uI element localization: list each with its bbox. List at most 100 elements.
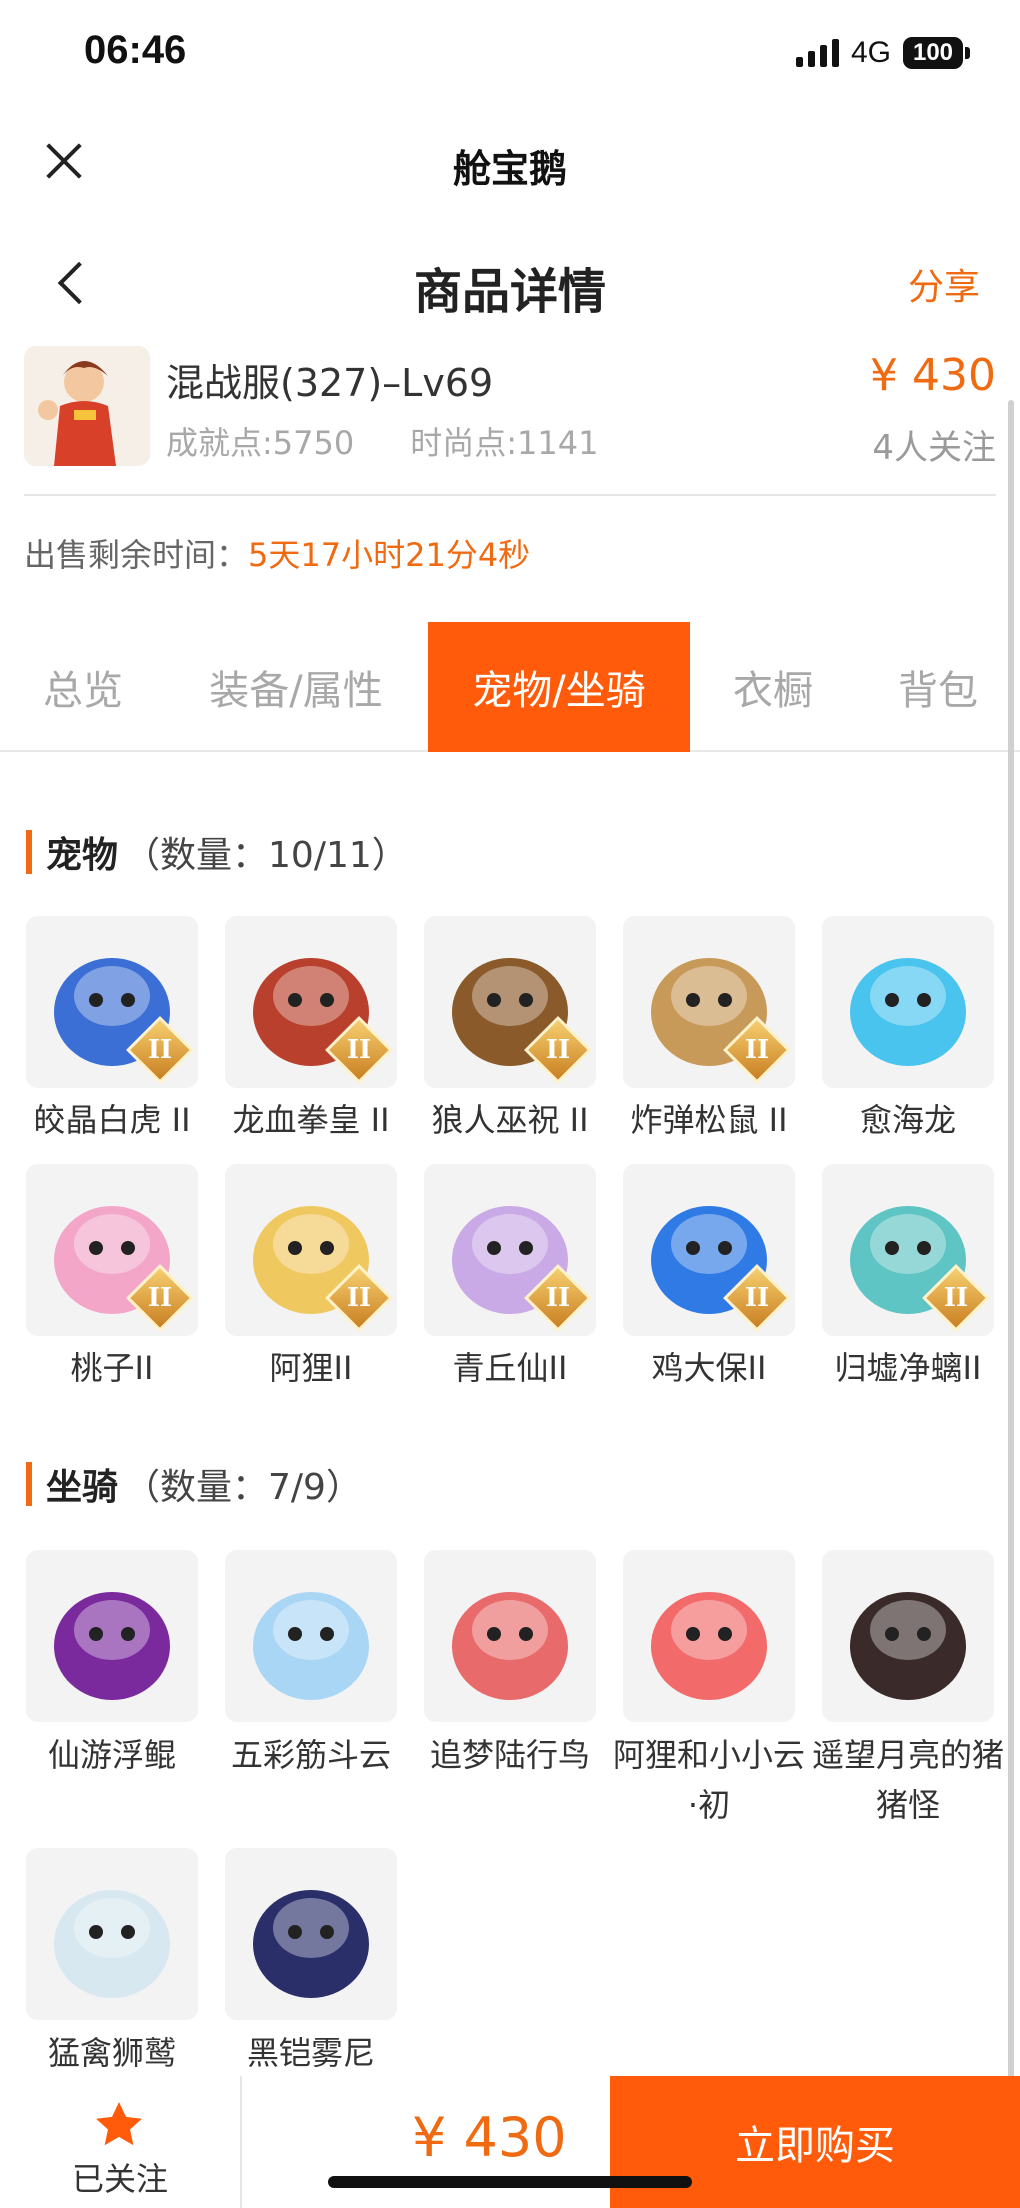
mounts-item[interactable]: 阿狸和小小云·初 [613,1550,805,1830]
mounts-item[interactable]: 五彩筋斗云 [225,1550,397,1780]
pets-name: 归墟净螭II [834,1349,982,1387]
mounts-image [26,1848,198,2020]
pets-item[interactable]: II 桃子II [26,1164,198,1392]
mounts-name: 猛禽狮鹫 [47,2034,176,2072]
pets-image: II [822,1164,994,1336]
pets-name: 鸡大保II [651,1349,767,1387]
tier-badge-text: II [943,1283,969,1313]
battery-level: 100 [903,37,963,69]
pets-name: 阿狸II [269,1349,353,1387]
pets-name: 狼人巫祝 II [431,1101,589,1139]
star-icon [96,2102,142,2146]
buy-now-button[interactable]: 立即购买 [610,2076,1020,2208]
tier-badge-text: II [346,1035,372,1065]
pets-image: II [26,1164,198,1336]
pets-item[interactable]: 愈海龙 [822,916,994,1144]
mounts-image [822,1550,994,1722]
pets-item[interactable]: II 皎晶白虎 II [26,916,198,1144]
divider [24,494,996,496]
mounts-count: （数量：7/9） [124,1467,362,1508]
mounts-title: 坐骑 [46,1467,119,1508]
pets-name: 愈海龙 [859,1101,956,1139]
tab-equipment[interactable]: 装备/属性 [166,622,426,752]
mounts-item[interactable]: 追梦陆行鸟 [424,1550,596,1780]
tier-badge-text: II [346,1283,372,1313]
pets-item[interactable]: II 狼人巫祝 II [424,916,596,1144]
scrollbar[interactable] [1008,400,1014,2080]
pets-count: （数量：10/11） [124,835,408,876]
page-title: 商品详情 [413,264,606,320]
tier-badge-text: II [744,1283,770,1313]
status-bar: 06:46 4G 100 [0,0,1020,110]
pets-image [822,916,994,1088]
bottom-action-bar: 已关注 ¥ 430 立即购买 [0,2076,1020,2208]
sale-time-label: 出售剩余时间： [24,536,249,574]
tier-badge-text: II [545,1035,571,1065]
pets-item[interactable]: II 归墟净螭II [822,1164,994,1392]
battery-icon: 100 [903,37,970,69]
fashion-points: 时尚点:1141 [410,424,599,462]
mounts-item[interactable]: 猛禽狮鹫 [26,1848,198,2078]
mounts-section-title: 坐骑 （数量：7/9） [26,1458,362,1510]
mounts-name: 遥望月亮的猪猪怪 [811,1736,1004,1824]
pets-image: II [623,1164,795,1336]
mounts-name: 仙游浮鲲 [47,1736,176,1774]
pets-item[interactable]: II 阿狸II [225,1164,397,1392]
mounts-image [623,1550,795,1722]
pets-title: 宠物 [46,835,119,876]
mounts-name: 阿狸和小小云·初 [612,1736,805,1824]
mini-program-header: 舱宝鹅 [0,110,1020,220]
tier-badge-text: II [545,1283,571,1313]
mounts-item[interactable]: 仙游浮鲲 [26,1550,198,1780]
mounts-image [424,1550,596,1722]
pets-item[interactable]: II 青丘仙II [424,1164,596,1392]
pets-image: II [225,1164,397,1336]
mini-program-title: 舱宝鹅 [452,147,567,191]
product-meta: 成就点:5750 时尚点:1141 [166,418,598,464]
pets-item[interactable]: II 炸弹松鼠 II [623,916,795,1144]
pets-image: II [623,916,795,1088]
home-indicator [328,2176,692,2188]
pets-item[interactable]: II 鸡大保II [623,1164,795,1392]
pets-image: II [424,916,596,1088]
mounts-name: 追梦陆行鸟 [429,1736,590,1774]
status-indicators: 4G 100 [795,36,970,70]
mounts-image [26,1550,198,1722]
product-avatar [24,346,150,466]
tier-badge-text: II [744,1035,770,1065]
pets-image: II [424,1164,596,1336]
mounts-image [225,1848,397,2020]
product-summary: 混战服(327)–Lv69 成就点:5750 时尚点:1141 ¥ 430 4人… [24,346,996,496]
sale-remaining-time: 出售剩余时间： 5天17小时21分4秒 [24,530,530,576]
bottom-price: ¥ 430 [412,2106,567,2169]
sale-time-value: 5天17小时21分4秒 [248,536,531,574]
nav-bar: 商品详情 分享 [0,230,1020,340]
signal-icon [795,39,839,67]
mounts-name: 五彩筋斗云 [230,1736,391,1774]
follow-label: 已关注 [71,2160,168,2198]
network-type: 4G [850,36,891,69]
pets-name: 龙血拳皇 II [232,1101,390,1139]
pets-name: 皎晶白虎 II [33,1101,191,1139]
pets-name: 炸弹松鼠 II [630,1101,788,1139]
share-button[interactable]: 分享 [908,258,980,310]
tab-overview[interactable]: 总览 [0,622,166,752]
tier-badge-text: II [147,1035,173,1065]
tier-badge-text: II [147,1283,173,1313]
mounts-image [225,1550,397,1722]
pets-section-title: 宠物 （数量：10/11） [26,826,408,878]
tab-wardrobe[interactable]: 衣橱 [690,622,856,752]
pets-image: II [26,916,198,1088]
tab-pets-mounts[interactable]: 宠物/坐骑 [428,622,690,752]
mounts-item[interactable]: 黑铠雾尼 [225,1848,397,2078]
follow-button[interactable]: 已关注 [0,2076,242,2208]
achievement-points: 成就点:5750 [166,424,355,462]
product-name: 混战服(327)–Lv69 [166,361,494,405]
pets-item[interactable]: II 龙血拳皇 II [225,916,397,1144]
mounts-item[interactable]: 遥望月亮的猪猪怪 [812,1550,1004,1830]
follower-count: 4人关注 [872,428,996,468]
pets-name: 青丘仙II [452,1349,568,1387]
tab-backpack[interactable]: 背包 [856,622,1020,752]
pets-name: 桃子II [70,1349,154,1387]
pets-image: II [225,916,397,1088]
